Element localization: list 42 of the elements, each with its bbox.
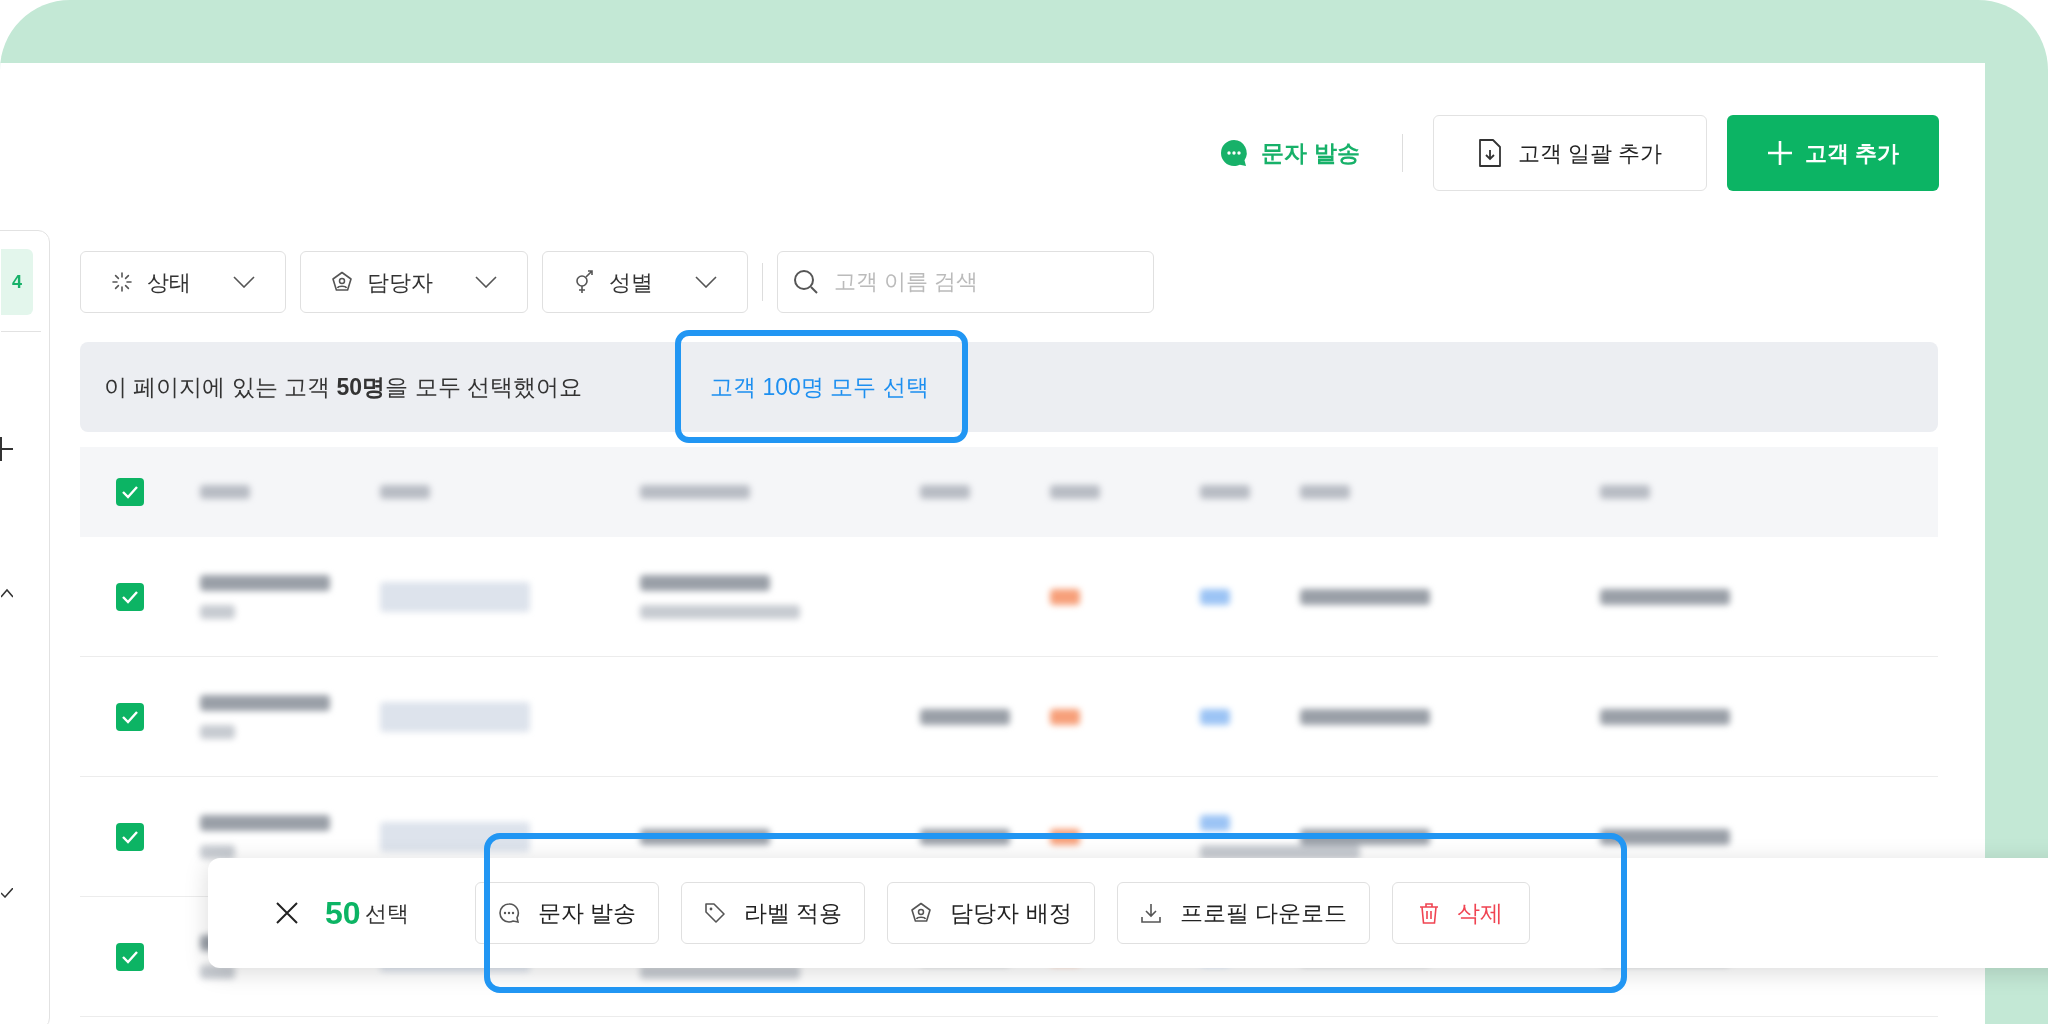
close-icon[interactable] xyxy=(276,902,298,924)
person-pentagon-icon xyxy=(910,902,933,924)
chat-bubble-icon xyxy=(1219,138,1250,168)
check-icon[interactable] xyxy=(1,888,13,898)
row-checkbox[interactable] xyxy=(116,702,144,731)
chevron-down-icon xyxy=(233,276,255,288)
bulk-add-button[interactable]: 고객 일괄 추가 xyxy=(1432,115,1707,191)
trash-icon xyxy=(1419,902,1440,924)
selection-message: 이 페이지에 있는 고객 50명을 모두 선택했어요 xyxy=(104,372,583,402)
filter-dropdown[interactable]: 담당자 xyxy=(300,251,528,313)
filter-dropdown[interactable]: 성별 xyxy=(542,251,748,313)
select-all-checkbox[interactable] xyxy=(116,478,144,506)
row-checkbox[interactable] xyxy=(116,582,144,611)
search-field[interactable]: 고객 이름 검색 xyxy=(777,251,1154,313)
download-icon xyxy=(1139,902,1162,924)
loading-icon xyxy=(111,271,133,293)
file-download-icon xyxy=(1477,138,1502,168)
plus-icon[interactable] xyxy=(0,437,13,461)
row-checkbox[interactable] xyxy=(116,942,144,971)
chevron-down-icon xyxy=(475,276,497,288)
check-icon xyxy=(121,949,139,964)
action-button[interactable]: 라벨 적용 xyxy=(681,882,866,944)
plus-icon xyxy=(1766,140,1793,166)
chevron-up-icon[interactable] xyxy=(1,588,13,598)
chevron-down-icon xyxy=(695,276,717,288)
gender-icon xyxy=(573,270,595,294)
selected-count: 50 xyxy=(325,894,361,933)
tag-icon xyxy=(704,902,726,924)
check-icon xyxy=(121,589,139,604)
check-icon xyxy=(121,709,139,724)
delete-button[interactable]: 삭제 xyxy=(1392,882,1531,944)
selected-label: 선택 xyxy=(364,899,409,928)
row-checkbox[interactable] xyxy=(116,822,144,851)
check-icon xyxy=(121,485,139,499)
person-pentagon-icon xyxy=(331,271,353,293)
action-button[interactable]: 문자 발송 xyxy=(474,882,659,944)
filter-dropdown[interactable]: 상태 xyxy=(80,251,286,313)
search-icon xyxy=(793,269,819,295)
chat-bubble-icon xyxy=(497,902,520,924)
action-button[interactable]: 담당자 배정 xyxy=(887,882,1095,944)
action-button[interactable]: 프로필 다운로드 xyxy=(1116,882,1371,944)
check-icon xyxy=(121,829,139,844)
